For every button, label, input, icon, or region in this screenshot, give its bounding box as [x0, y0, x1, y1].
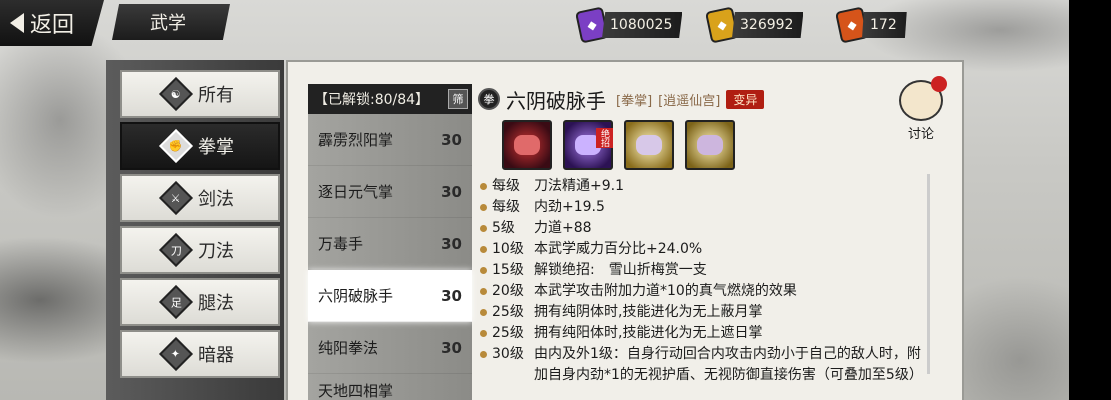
currency-purple[interactable]: ◆ 1080025	[574, 6, 683, 44]
back-button[interactable]: 返回	[0, 0, 104, 46]
skill-level: 30	[441, 130, 462, 149]
skill-name: 纯阳拳法	[318, 339, 379, 357]
fist-icon: ✊	[159, 129, 193, 163]
category-kick[interactable]: 足 腿法	[120, 278, 280, 326]
page-title: 武学	[112, 4, 230, 40]
effect-row: 每级 内劲+19.5	[480, 197, 948, 218]
currency-gold[interactable]: ◆ 326992	[704, 6, 804, 44]
category-label: 所有	[198, 85, 234, 106]
skill-panel: 【已解锁:80/84】 筛 霹雳烈阳掌 30 逐日元气掌 30 万毒手 30 六…	[286, 60, 964, 400]
skill-list-item[interactable]: 天地四相掌	[308, 374, 472, 400]
purple-claw-move-icon[interactable]: 绝招	[563, 120, 613, 170]
category-sidebar: ☯ 所有 ✊ 拳掌 ⚔ 剑法 刀 刀法 足 腿法 ✦ 暗器	[106, 60, 284, 400]
bullet-icon	[480, 288, 487, 295]
bullet-icon	[480, 225, 487, 232]
skill-level: 30	[441, 182, 462, 201]
all-icon: ☯	[159, 77, 193, 111]
bullet-icon	[480, 309, 487, 316]
gold-fist-move-icon[interactable]	[624, 120, 674, 170]
ultimate-tag: 绝招	[596, 128, 613, 148]
category-label: 刀法	[198, 241, 234, 262]
effect-row: 20级 本武学攻击附加力道*10的真气燃烧的效果	[480, 281, 948, 302]
skill-name: 万毒手	[318, 235, 364, 253]
screen-edge	[1069, 0, 1111, 400]
cat-avatar-icon	[899, 76, 947, 121]
category-sword[interactable]: ⚔ 剑法	[120, 174, 280, 222]
back-arrow-icon	[10, 13, 24, 33]
category-blade[interactable]: 刀 刀法	[120, 226, 280, 274]
discuss-button[interactable]: 讨论	[894, 76, 948, 142]
skill-title: 六阴破脉手	[506, 88, 606, 113]
currency-fire[interactable]: ◆ 172	[834, 6, 907, 44]
discuss-label: 讨论	[907, 127, 934, 142]
skill-sect-tag: [逍遥仙宫]	[658, 93, 721, 109]
currency-value: 1080025	[602, 12, 683, 38]
skill-level: 30	[441, 286, 462, 305]
skill-name: 六阴破脉手	[318, 287, 394, 305]
skill-name: 天地四相掌	[318, 382, 394, 400]
blade-icon: 刀	[159, 233, 193, 267]
skill-name: 霹雳烈阳掌	[318, 131, 394, 149]
effect-row: 每级 刀法精通+9.1	[480, 176, 948, 197]
filter-button[interactable]: 筛	[448, 89, 468, 109]
effect-list: 每级 刀法精通+9.1 每级 内劲+19.5 5级 力道+88 10级 本武学威力百分比…	[478, 176, 948, 386]
sword-icon: ⚔	[159, 181, 193, 215]
scrollbar[interactable]	[927, 174, 930, 374]
kick-icon: 足	[159, 285, 193, 319]
move-icons: 绝招	[502, 120, 948, 170]
effect-row: 25级 拥有纯阳体时,技能进化为无上遮日掌	[480, 323, 948, 344]
category-fist[interactable]: ✊ 拳掌	[120, 122, 280, 170]
bullet-icon	[480, 183, 487, 190]
bullet-icon	[480, 351, 487, 358]
skill-detail: 拳 六阴破脉手 [拳掌] [逍遥仙宫] 变异 绝招 每级 刀法精通+9.1 每级内…	[478, 84, 948, 400]
effect-row: 30级 由内及外1级：自身行动回合内攻击内劲小于自己的敌人时，附加自身内劲*1的无…	[480, 344, 948, 386]
category-all[interactable]: ☯ 所有	[120, 70, 280, 118]
bullet-icon	[480, 267, 487, 274]
skill-level: 30	[441, 338, 462, 357]
skill-list-item[interactable]: 纯阳拳法 30	[308, 322, 472, 374]
category-label: 暗器	[198, 345, 234, 366]
red-fist-move-icon[interactable]	[502, 120, 552, 170]
dart-icon: ✦	[159, 337, 193, 371]
currency-value: 326992	[732, 12, 804, 38]
bullet-icon	[480, 330, 487, 337]
effect-row: 10级 本武学威力百分比+24.0%	[480, 239, 948, 260]
fist-type-icon: 拳	[478, 88, 500, 110]
effect-row: 15级 解锁绝招: 雪山折梅赏一支	[480, 260, 948, 281]
skill-list-item[interactable]: 霹雳烈阳掌 30	[308, 114, 472, 166]
currency-value: 172	[862, 12, 907, 38]
category-label: 腿法	[198, 293, 234, 314]
back-label: 返回	[30, 13, 75, 38]
skill-level: 30	[441, 234, 462, 253]
skill-name: 逐日元气掌	[318, 183, 394, 201]
mutate-badge[interactable]: 变异	[726, 89, 765, 109]
category-label: 拳掌	[198, 137, 234, 158]
gold-palm-move-icon[interactable]	[685, 120, 735, 170]
category-label: 剑法	[198, 189, 234, 210]
skill-type-tag: [拳掌]	[616, 93, 653, 109]
effect-row: 5级 力道+88	[480, 218, 948, 239]
skill-list-item[interactable]: 万毒手 30	[308, 218, 472, 270]
detail-header: 拳 六阴破脉手 [拳掌] [逍遥仙宫] 变异	[478, 84, 948, 114]
skill-list-item-selected[interactable]: 六阴破脉手 30	[308, 270, 472, 322]
skill-list[interactable]: 【已解锁:80/84】 筛 霹雳烈阳掌 30 逐日元气掌 30 万毒手 30 六…	[308, 84, 472, 400]
unlock-header: 【已解锁:80/84】 筛	[308, 84, 472, 114]
category-dart[interactable]: ✦ 暗器	[120, 330, 280, 378]
bullet-icon	[480, 204, 487, 211]
unlock-count: 【已解锁:80/84】	[314, 92, 430, 108]
effect-row: 25级 拥有纯阴体时,技能进化为无上蔽月掌	[480, 302, 948, 323]
bullet-icon	[480, 246, 487, 253]
skill-list-item[interactable]: 逐日元气掌 30	[308, 166, 472, 218]
